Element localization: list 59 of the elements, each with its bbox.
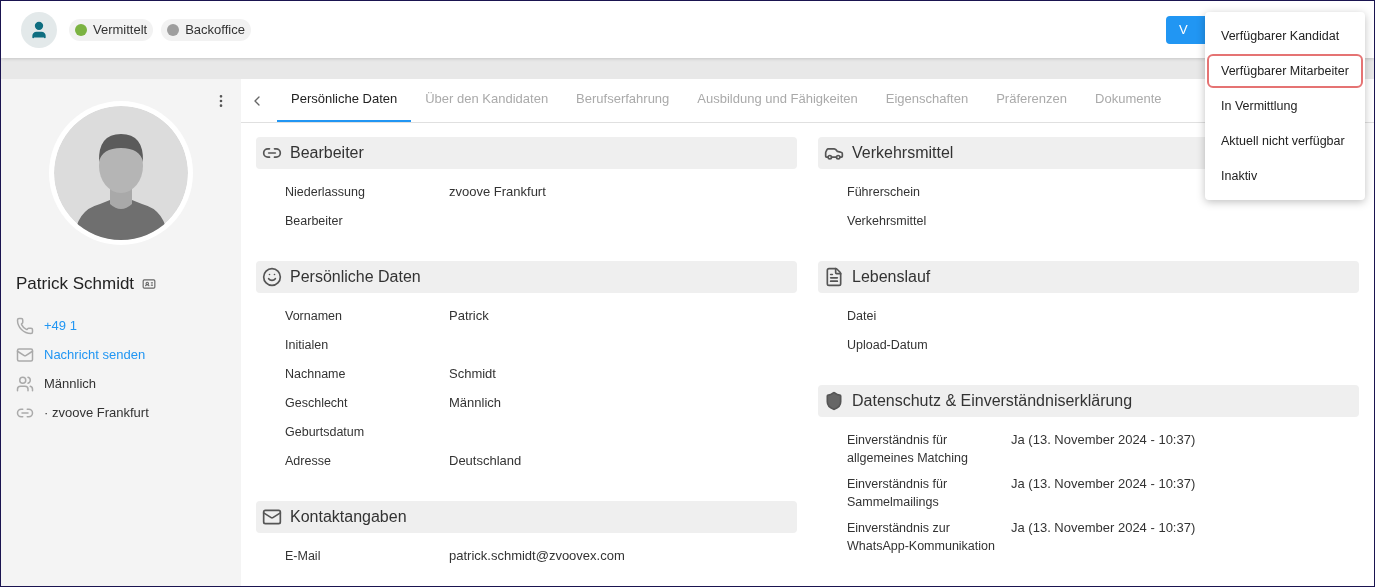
contact-text: Männlich (44, 375, 97, 394)
mail-icon (262, 507, 282, 527)
field-value: zvoove Frankfurt (449, 183, 546, 201)
section-title: Kontaktangaben (290, 507, 407, 527)
field-label: Verkehrsmittel (847, 213, 928, 230)
face-icon (262, 267, 282, 287)
contact-link[interactable]: Nachricht senden (44, 345, 146, 365)
people-icon (16, 375, 34, 393)
section-title: Datenschutz & Einverständniserklärung (852, 391, 1133, 411)
field-label: Geburtsdatum (285, 424, 366, 441)
field-label: Bearbeiter (285, 213, 344, 230)
section-title: Lebenslauf (852, 267, 931, 287)
contact-text: · zvoove Frankfurt (44, 404, 149, 423)
field-value: Männlich (449, 394, 502, 412)
card-icon[interactable] (142, 276, 157, 291)
avatar-icon[interactable] (21, 11, 57, 48)
field-label: Initialen (285, 337, 330, 354)
tab[interactable]: Über den Kandidaten (411, 80, 563, 122)
section-title: Verkehrsmittel (852, 143, 954, 163)
menu-item[interactable]: Inaktiv (1207, 159, 1363, 193)
contact-link[interactable]: +49 1 (44, 316, 77, 336)
section-title: Persönliche Daten (290, 267, 421, 287)
field-label: Nachname (285, 366, 347, 383)
menu-item[interactable]: Aktuell nicht verfügbar (1207, 124, 1363, 158)
menu-item[interactable]: Verfügbarer Mitarbeiter (1207, 54, 1363, 88)
field-label: Niederlassung (285, 184, 366, 201)
document-icon (824, 267, 844, 287)
candidate-name: Patrick Schmidt (16, 273, 135, 295)
tab[interactable]: Persönliche Daten (277, 80, 412, 122)
shield-icon (824, 391, 844, 411)
tab[interactable]: Ausbildung und Fähigkeiten (683, 80, 872, 122)
field-label: Einverständnis für Sammelmailings (847, 476, 949, 511)
field-label: Einverständnis für allgemeines Matching (847, 432, 969, 467)
field-value: Ja (13. November 2024 - 10:37) (1011, 431, 1196, 449)
tab[interactable]: Eigenschaften (871, 80, 983, 122)
field-value: Ja (13. November 2024 - 10:37) (1011, 519, 1196, 537)
tab[interactable]: Präferenzen (982, 80, 1082, 122)
field-label: Datei (847, 308, 878, 325)
field-label: Vornamen (285, 308, 343, 325)
mail-icon (16, 346, 34, 364)
menu-item[interactable]: Verfügbarer Kandidat (1207, 19, 1363, 53)
tag-label: Vermittelt (93, 20, 148, 39)
field-value: Schmidt (449, 365, 496, 383)
field-label: Führerschein (847, 184, 921, 201)
field-label: Adresse (285, 453, 332, 470)
field-value: Deutschland (449, 452, 522, 470)
section-title: Bearbeiter (290, 143, 364, 163)
field-value: Patrick (449, 307, 489, 325)
field-label: Einverständnis zur WhatsApp-Kommunikation (847, 520, 996, 555)
phone-icon (16, 317, 34, 335)
field-label: E-Mail (285, 548, 322, 565)
field-label: Geschlecht (285, 395, 349, 412)
tab[interactable]: Dokumente (1081, 80, 1176, 122)
field-value: Ja (13. November 2024 - 10:37) (1011, 475, 1196, 493)
field-label: Upload-Datum (847, 337, 929, 354)
tab[interactable]: Berufserfahrung (562, 80, 684, 122)
menu-item[interactable]: In Vermittlung (1207, 89, 1363, 123)
tag-label: Backoffice (185, 20, 245, 39)
field-value: patrick.schmidt@zvoovex.com (449, 547, 625, 565)
